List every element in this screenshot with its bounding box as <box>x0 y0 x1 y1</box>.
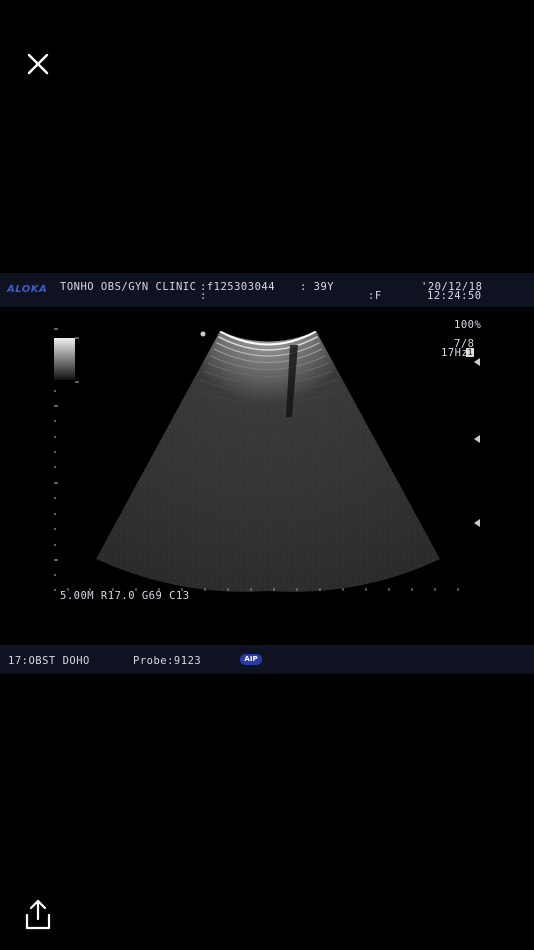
close-button[interactable] <box>24 50 52 78</box>
patient-age: : 39Y <box>300 281 335 293</box>
aip-badge: AIP <box>240 654 262 665</box>
gain-percent: 100% <box>454 319 482 331</box>
scan-time: 12:24:50 <box>427 290 482 302</box>
scan-parameters: 5.00M R17.0 G69 C13 <box>60 590 190 602</box>
probe-label: Probe:9123 <box>133 655 202 667</box>
frame-rate: 17Hz <box>441 347 469 359</box>
focus-markers <box>474 358 480 527</box>
close-icon <box>27 53 49 75</box>
share-button[interactable] <box>22 898 54 932</box>
share-icon <box>25 899 51 930</box>
focus-dot <box>200 331 206 337</box>
exam-preset: 17:OBST DOHO <box>8 655 90 667</box>
frame-badge: 1 <box>466 348 474 357</box>
patient-sex: :F <box>368 290 382 302</box>
patient-name-separator: : <box>200 290 207 302</box>
patient-id: :f125303044 <box>200 281 276 293</box>
grayscale-bar <box>54 338 75 380</box>
brand-logo: ALOKA <box>7 284 48 295</box>
clinic-name: TONHO OBS/GYN CLINIC <box>60 281 197 293</box>
